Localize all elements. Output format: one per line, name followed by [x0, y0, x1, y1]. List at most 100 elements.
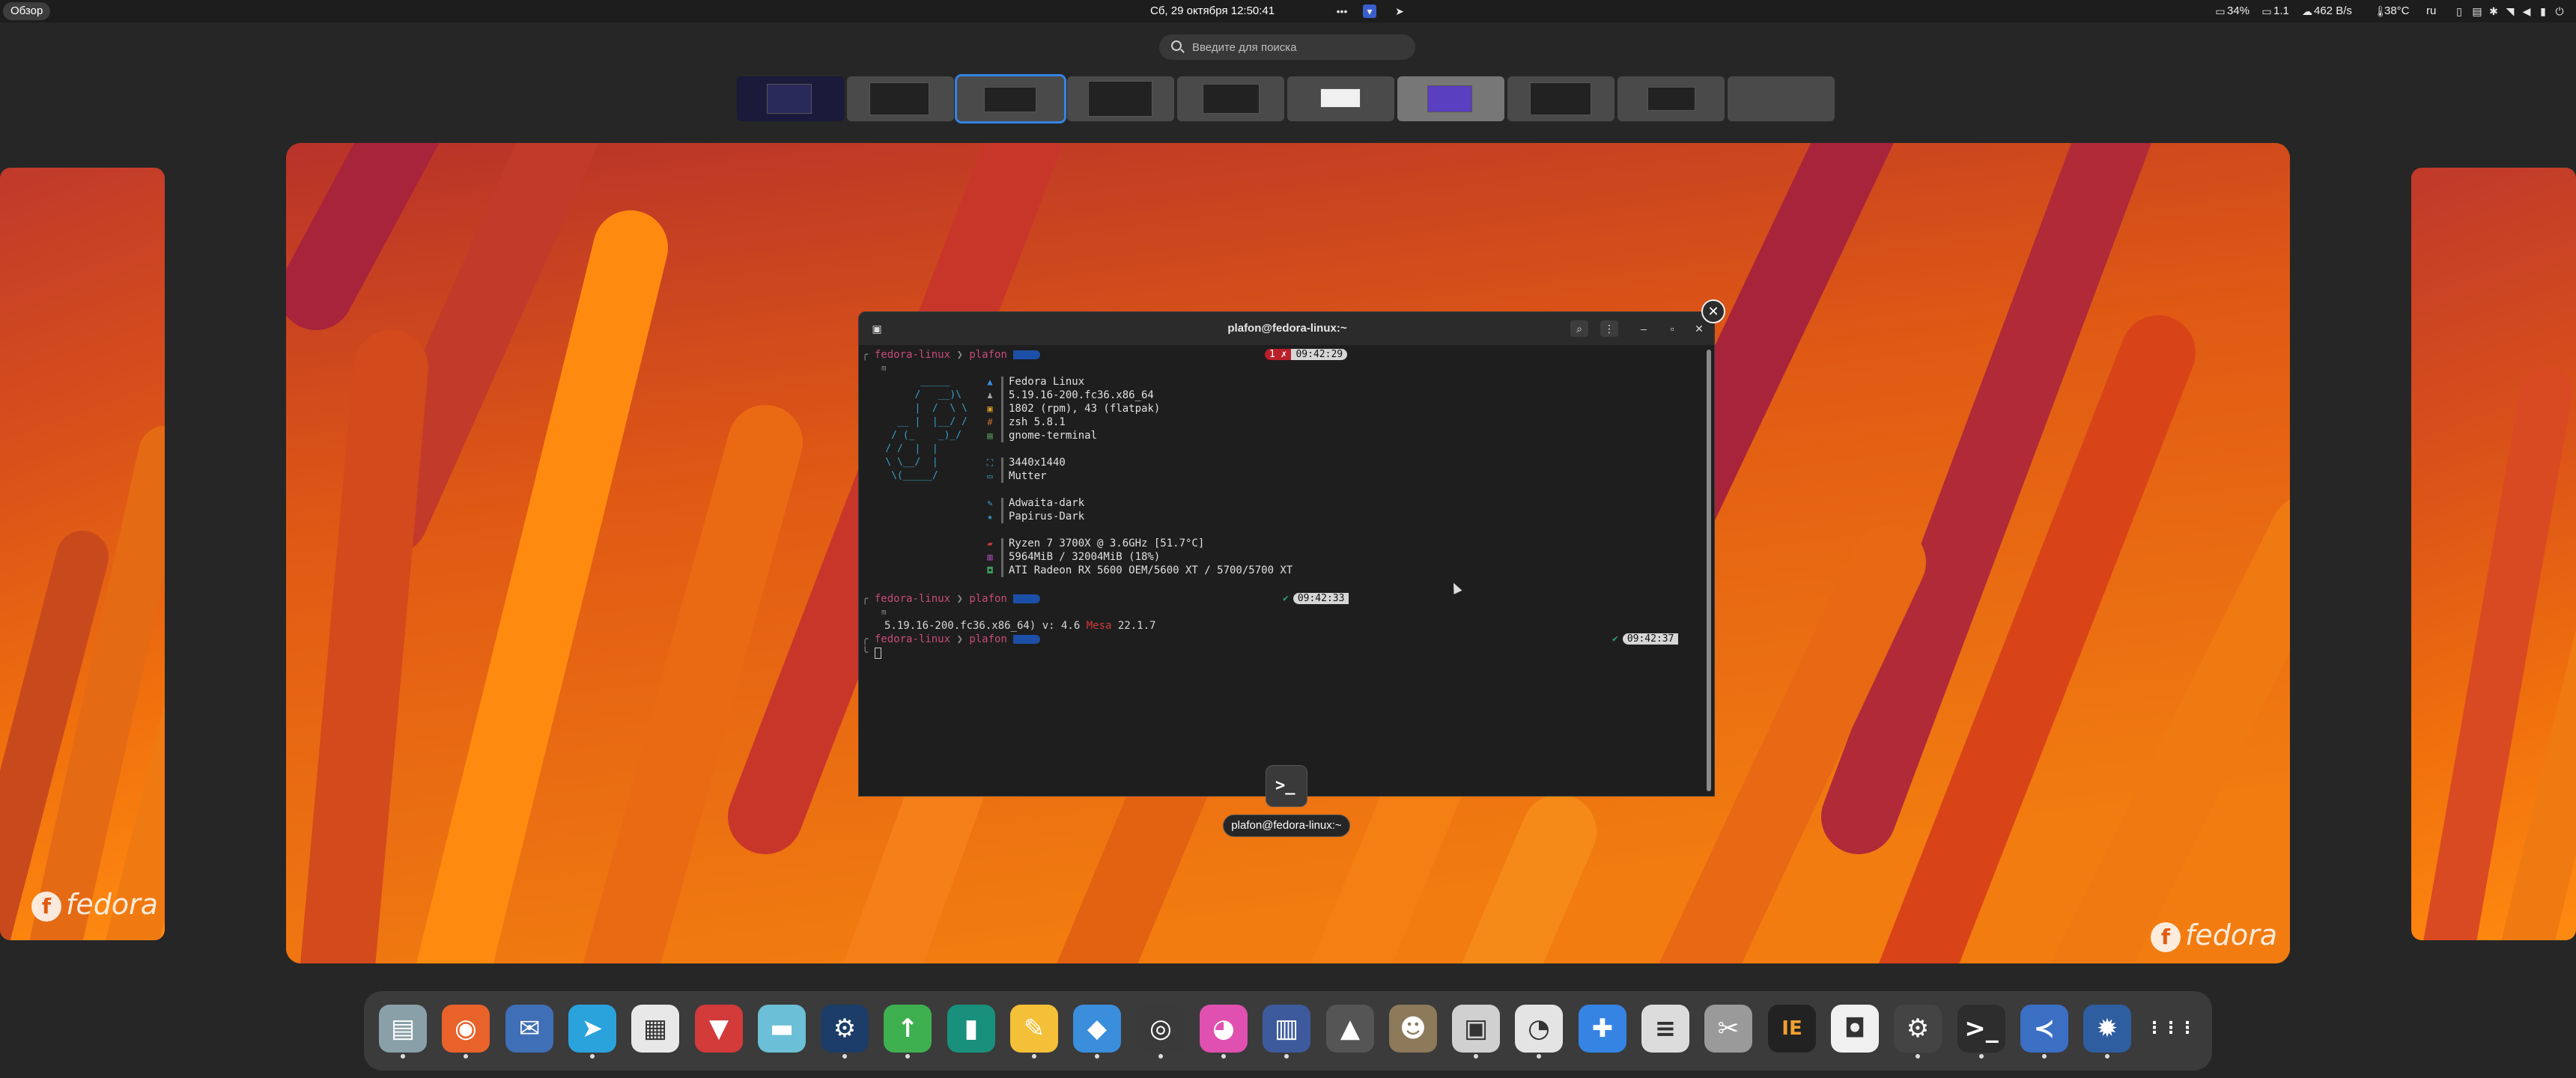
terminal-headerbar[interactable]: ▣ plafon@fedora-linux:~ ⌕ ⋮ – ▫ ✕ [859, 312, 1714, 345]
workspace-thumbnail[interactable] [1397, 76, 1504, 121]
dock-app-files[interactable]: ▤ [379, 1005, 427, 1053]
kernel-icon: ♟ [987, 390, 993, 401]
dock-app-software[interactable]: ◘ [1831, 1005, 1879, 1053]
menu-icon[interactable]: ⋮ [1600, 320, 1618, 337]
system-load[interactable]: 1.1 [2273, 0, 2289, 22]
terminal-window[interactable]: ▣ plafon@fedora-linux:~ ⌕ ⋮ – ▫ ✕ ╭ fedo… [858, 311, 1715, 797]
workspace-preview-left[interactable]: f fedora [0, 168, 165, 940]
dock-app-firefox[interactable]: ◉ [442, 1005, 490, 1053]
dock-app-color-picker[interactable]: ◕ [1200, 1005, 1248, 1053]
dock-app-ide[interactable]: IE [1768, 1005, 1816, 1053]
fetch-wm: Mutter [1009, 470, 1047, 482]
power-icon[interactable]: ⏻ [2554, 4, 2566, 18]
volume-icon[interactable]: ◀ [2521, 4, 2533, 18]
temperature[interactable]: 38°C [2384, 0, 2410, 22]
dock-app-app-grid[interactable]: ⋮⋮⋮ [2146, 1005, 2194, 1053]
status-badge: ✔ 09:42:33 [1278, 593, 1349, 605]
dock-app-inkscape[interactable]: ▲ [1326, 1005, 1374, 1053]
fetch-cpu: Ryzen 7 3700X @ 3.6GHz [51.7°C] [1009, 538, 1205, 549]
vscode-icon: ≺ [2033, 1014, 2056, 1044]
dock-app-gimp[interactable]: ☻ [1389, 1005, 1437, 1053]
inkscape-icon: ▲ [1340, 1014, 1361, 1044]
system-settings-icon: ✹ [2096, 1014, 2118, 1044]
thermometer-icon: 🌡 [2374, 5, 2387, 17]
gpu-icon: ◘ [987, 565, 993, 576]
terminal-content[interactable]: ╭ fedora-linux ❯ plafon m 1 ✗ 09:42:29 __… [862, 348, 1704, 794]
dots-icon[interactable]: ••• [1334, 4, 1349, 18]
fetch-kernel: 5.19.16-200.fc36.x86_64 [1009, 389, 1154, 401]
dock-app-steam[interactable]: ⚙ [821, 1005, 869, 1053]
fetch-os: Fedora Linux [1009, 376, 1085, 388]
command-output: 5.19.16-200.fc36.x86_64) v: 4.6 Mesa 22.… [884, 620, 1156, 632]
prompt-command: m [881, 363, 887, 373]
dock-app-tools[interactable]: ✂ [1704, 1005, 1752, 1053]
workspace-thumbnail[interactable] [1507, 76, 1614, 121]
search-icon [1171, 40, 1182, 51]
maximize-icon[interactable]: ▫ [1663, 320, 1681, 337]
dock-app-calendar[interactable]: ▦ [631, 1005, 679, 1053]
dock-app-disk-usage[interactable]: ◔ [1515, 1005, 1563, 1053]
dock-app-layers[interactable]: ◆ [1073, 1005, 1121, 1053]
network-speed[interactable]: 462 B/s [2314, 0, 2352, 22]
text-editor-icon: ✎ [1023, 1014, 1045, 1044]
clock[interactable]: Сб, 29 октября 12:50:41 [1150, 0, 1275, 22]
workspace-thumbnail[interactable] [1177, 76, 1284, 121]
running-indicator [1474, 1054, 1478, 1059]
notebook-icon: ▮ [964, 1014, 979, 1044]
shell-icon: # [987, 417, 993, 427]
clipboard-icon[interactable]: ▤ [2471, 4, 2483, 18]
battery-percent[interactable]: 34% [2227, 0, 2250, 22]
workspace-thumbnail[interactable] [1617, 76, 1725, 121]
dock-app-ebook[interactable]: ▥ [1263, 1005, 1310, 1053]
telegram-tray-icon[interactable]: ➤ [1393, 4, 1406, 18]
vpn-shield-icon[interactable]: ▾ [1363, 4, 1376, 18]
dock-app-tweaks[interactable]: ≡ [1641, 1005, 1689, 1053]
dock-app-telegram[interactable]: ➤ [568, 1005, 616, 1053]
phone-icon[interactable]: ▯ [2453, 4, 2465, 18]
workspace-thumbnail[interactable] [737, 76, 844, 121]
dock-app-thunderbird[interactable]: ✉ [505, 1005, 553, 1053]
fetch-gpu: ATI Radeon RX 5600 OEM/5600 XT / 5700/57… [1009, 564, 1293, 576]
search-icon[interactable]: ⌕ [1570, 320, 1588, 337]
terminal-icon: >_ [1964, 1014, 1999, 1044]
dock-app-scanner[interactable]: ▬ [758, 1005, 806, 1053]
running-indicator [905, 1054, 910, 1059]
activities-button[interactable]: Обзор [3, 2, 51, 20]
bluetooth-icon[interactable]: ✱ [2488, 4, 2500, 18]
wifi-icon[interactable]: ◥ [2504, 4, 2516, 18]
workspace-thumbnail[interactable] [1287, 76, 1394, 121]
terminal-cursor[interactable]: ╰ [862, 646, 881, 660]
minimize-icon[interactable]: – [1635, 320, 1653, 337]
dock-app-notebook[interactable]: ▮ [947, 1005, 995, 1053]
dock-app-obs[interactable]: ◎ [1137, 1005, 1185, 1053]
dock-app-text-editor[interactable]: ✎ [1010, 1005, 1058, 1053]
dock-app-vscode[interactable]: ≺ [2020, 1005, 2068, 1053]
workspace-thumbnail-active[interactable] [955, 74, 1066, 124]
fedora-logo: f fedora [2151, 919, 2277, 952]
close-icon[interactable]: ✕ [1690, 320, 1708, 337]
dock-app-settings[interactable]: ⚙ [1894, 1005, 1942, 1053]
close-window-button[interactable]: ✕ [1701, 299, 1725, 323]
search-input[interactable] [1192, 34, 1402, 60]
dock-app-terminal[interactable]: >_ [1957, 1005, 2005, 1053]
workspace-thumbnail[interactable] [847, 76, 954, 121]
thunderbird-icon: ✉ [518, 1014, 541, 1044]
battery-icon[interactable]: ▮ [2537, 4, 2549, 18]
workspace-preview-right[interactable] [2411, 168, 2576, 940]
keyboard-layout[interactable]: ru [2426, 0, 2436, 22]
dock-app-updater[interactable]: ↑ [884, 1005, 932, 1053]
dock-app-extensions[interactable]: ✚ [1579, 1005, 1626, 1053]
packages-icon: ▣ [987, 404, 993, 414]
dock-app-inbox[interactable]: ▼ [695, 1005, 743, 1053]
steam-icon: ⚙ [833, 1014, 857, 1044]
dock-app-screenshot[interactable]: ▣ [1452, 1005, 1500, 1053]
terminal-scrollbar[interactable] [1707, 350, 1711, 791]
running-indicator [2042, 1054, 2047, 1059]
workspace-thumbnail[interactable] [1067, 76, 1174, 121]
running-indicator [2105, 1054, 2109, 1059]
search-box[interactable] [1159, 34, 1415, 60]
dock-app-system-settings[interactable]: ✹ [2083, 1005, 2131, 1053]
workspace-thumbnail-empty[interactable] [1728, 76, 1835, 121]
theme-icon: ✎ [987, 498, 993, 508]
status-badge: ✔ 09:42:37 [1608, 633, 1679, 645]
